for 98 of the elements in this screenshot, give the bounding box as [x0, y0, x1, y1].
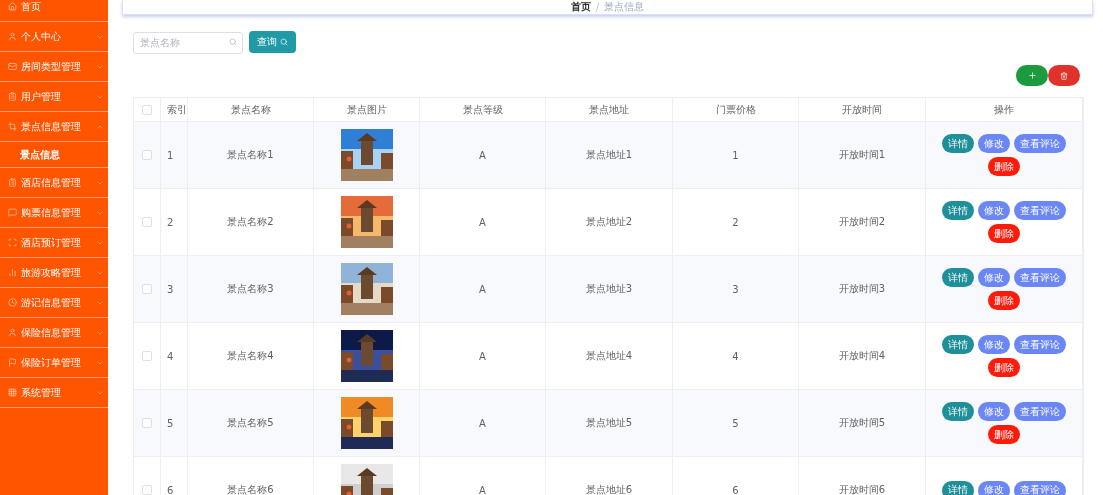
table-cell: 2: [732, 216, 739, 228]
table-cell: 景点名称5: [227, 416, 274, 430]
edit-button[interactable]: 修改: [978, 335, 1010, 354]
edit-button[interactable]: 修改: [978, 402, 1010, 421]
search-icon: [280, 38, 288, 46]
table-cell: 5: [732, 417, 739, 429]
column-header: 景点图片: [346, 102, 387, 117]
table-cell: 景点地址1: [585, 148, 633, 162]
column-header: 门票价格: [715, 102, 756, 117]
bar-chart-icon: [8, 268, 17, 277]
table-cell: 景点名称4: [227, 349, 274, 363]
frame-icon: [8, 238, 17, 247]
delete-button[interactable]: 删除: [988, 425, 1020, 444]
table-cell: 3: [732, 283, 739, 295]
breadcrumb-item: 景点信息: [604, 0, 645, 14]
table-cell: 开放时间5: [838, 416, 886, 430]
breadcrumb-separator: /: [595, 1, 600, 13]
table-cell: A: [479, 350, 486, 362]
row-checkbox[interactable]: [142, 150, 152, 160]
column-header: 景点名称: [230, 102, 271, 117]
search-icon: [229, 38, 237, 46]
details-button[interactable]: 详情: [942, 480, 974, 495]
crop-icon: [8, 122, 17, 131]
details-button[interactable]: 详情: [942, 134, 974, 153]
delete-button[interactable]: [1048, 65, 1080, 86]
table-cell: A: [479, 417, 486, 429]
table-cell: 6: [732, 484, 739, 495]
table-cell: 2: [167, 216, 174, 228]
table-cell: 开放时间1: [838, 148, 886, 162]
column-header: 操作: [994, 102, 1014, 117]
edit-button[interactable]: 修改: [978, 201, 1010, 220]
home-icon: [8, 2, 17, 11]
table-cell: 景点地址5: [585, 416, 633, 430]
search-field[interactable]: 景点名称: [133, 31, 243, 54]
table-cell: 1: [732, 149, 739, 161]
details-button[interactable]: 详情: [942, 402, 974, 421]
search-button[interactable]: 查询: [249, 31, 296, 53]
column-header: 景点等级: [462, 102, 503, 117]
select-all-checkbox[interactable]: [142, 104, 152, 115]
plus-icon: [1027, 71, 1037, 80]
row-checkbox[interactable]: [142, 485, 152, 495]
breadcrumb-item[interactable]: 首页: [570, 0, 591, 14]
user-icon: [8, 32, 17, 41]
clipboard-icon: [8, 92, 17, 101]
table-cell: 开放时间4: [838, 349, 886, 363]
table-cell: A: [479, 216, 486, 228]
table-cell: 景点名称3: [227, 282, 274, 296]
details-button[interactable]: 详情: [942, 335, 974, 354]
clipboard-icon: [8, 178, 17, 187]
trash-icon: [1060, 71, 1068, 80]
row-checkbox[interactable]: [142, 284, 152, 294]
table-cell: 5: [167, 417, 174, 429]
edit-button[interactable]: 修改: [978, 134, 1010, 153]
flag-icon: [8, 358, 17, 367]
table-cell: 1: [167, 149, 174, 161]
column-header: 景点地址: [589, 102, 629, 117]
view-comments-button[interactable]: 查看评论: [1014, 134, 1066, 153]
column-header: 开放时间: [842, 102, 882, 117]
table-cell: 开放时间2: [838, 215, 886, 229]
view-comments-button[interactable]: 查看评论: [1014, 201, 1066, 220]
row-checkbox[interactable]: [142, 217, 152, 227]
view-comments-button[interactable]: 查看评论: [1014, 335, 1066, 354]
table-cell: 6: [167, 484, 174, 495]
row-checkbox[interactable]: [142, 418, 152, 428]
table-cell: 景点地址6: [585, 483, 633, 495]
table-cell: 景点名称6: [227, 483, 274, 495]
table-cell: 景点地址4: [585, 349, 633, 363]
view-comments-button[interactable]: 查看评论: [1014, 268, 1066, 287]
details-button[interactable]: 详情: [942, 201, 974, 220]
row-checkbox[interactable]: [142, 351, 152, 361]
delete-button[interactable]: 删除: [988, 291, 1020, 310]
table-cell: 景点名称1: [227, 148, 274, 162]
table-cell: A: [479, 283, 486, 295]
table-cell: 开放时间6: [838, 483, 886, 495]
view-comments-button[interactable]: 查看评论: [1014, 480, 1066, 495]
edit-button[interactable]: 修改: [978, 268, 1010, 287]
details-button[interactable]: 详情: [942, 268, 974, 287]
chat-icon: [8, 208, 17, 217]
table-cell: A: [479, 484, 486, 495]
table-cell: 4: [167, 350, 174, 362]
edit-button[interactable]: 修改: [978, 480, 1010, 495]
table-cell: 景点地址2: [585, 215, 633, 229]
delete-button[interactable]: 删除: [988, 358, 1020, 377]
column-header: 索引: [167, 102, 187, 117]
delete-button[interactable]: 删除: [988, 224, 1020, 243]
envelope-icon: [8, 62, 17, 71]
user-icon: [8, 328, 17, 337]
add-button[interactable]: [1016, 65, 1048, 86]
table-cell: 4: [732, 350, 739, 362]
view-comments-button[interactable]: 查看评论: [1014, 402, 1066, 421]
table-cell: 开放时间3: [838, 282, 886, 296]
clock-icon: [8, 298, 17, 307]
table-cell: A: [479, 149, 486, 161]
delete-button[interactable]: 删除: [988, 157, 1020, 176]
table-cell: 景点地址3: [585, 282, 633, 296]
table-cell: 3: [167, 283, 174, 295]
grid-icon: [8, 388, 17, 397]
table-cell: 景点名称2: [227, 215, 274, 229]
